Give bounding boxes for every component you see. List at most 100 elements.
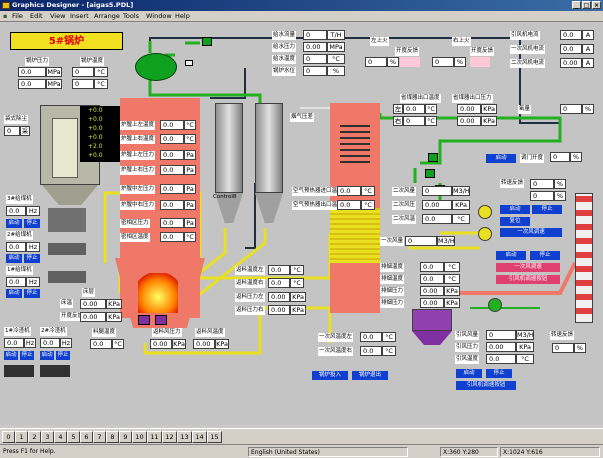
bed-temp-label: 床温 <box>60 299 74 308</box>
air-chamber <box>155 315 167 325</box>
page-button-8[interactable]: 8 <box>106 431 119 443</box>
page-button-9[interactable]: 9 <box>119 431 132 443</box>
economizer-right-side: 右 <box>393 116 403 126</box>
boiler-off-button[interactable]: 锅炉退出 <box>352 371 388 380</box>
sa-fan-current-value: 0.00 <box>560 58 582 68</box>
valve-icon[interactable] <box>185 60 193 66</box>
page-button-3[interactable]: 3 <box>41 431 54 443</box>
feeder2-start-button[interactable]: 启动 <box>6 254 22 263</box>
economizer-pressure-value-2: 0.00 <box>457 116 481 126</box>
page-button-0[interactable]: 0 <box>2 431 15 443</box>
return-temp-left-value: 0.0 <box>268 265 290 275</box>
exhaust-pressure-unit: KPa <box>444 286 460 296</box>
id-fan-start-button[interactable]: 启动 <box>456 369 482 378</box>
coal-bunker <box>48 208 86 232</box>
id-fan-stop-button[interactable]: 停止 <box>486 369 512 378</box>
exhaust-temp-label: 排烟温度 <box>380 263 405 272</box>
flue-diff-label: 烟气压差 <box>290 113 315 122</box>
frequency-feedback-unit-2: % <box>554 191 566 201</box>
damper-open-button[interactable]: 启动 <box>486 154 516 163</box>
fan-interlock-button[interactable]: 引风机调速按钮 <box>496 275 560 284</box>
pa-temp-left-unit: °C <box>382 332 396 342</box>
feeder1-start-button[interactable]: 启动 <box>6 289 22 298</box>
return-air-pressure-unit: KPa <box>172 339 186 349</box>
page-button-1[interactable]: 1 <box>15 431 28 443</box>
induced-speed-value: 0 <box>552 343 574 353</box>
primary-fan-icon[interactable] <box>478 227 492 241</box>
page-button-2[interactable]: 2 <box>28 431 41 443</box>
page-button-7[interactable]: 7 <box>93 431 106 443</box>
steam-drum <box>135 53 177 81</box>
induced-temp-label: 引风温度 <box>455 355 480 364</box>
close-button[interactable]: × <box>592 1 601 9</box>
fan-alarm-button[interactable]: 一次风调速 <box>496 263 560 272</box>
slag1-start-button[interactable]: 启动 <box>4 351 18 360</box>
economizer-temp-unit: °C <box>425 104 437 114</box>
return-pressure-left-value: 0.00 <box>268 292 290 302</box>
sa-fan-start-button[interactable]: 启动 <box>500 205 530 214</box>
induced-fan-icon[interactable] <box>488 298 502 312</box>
primary-fan-speed-button[interactable]: 一次风调速 <box>500 228 562 237</box>
page-button-6[interactable]: 6 <box>80 431 93 443</box>
page-button-14[interactable]: 14 <box>192 431 207 443</box>
feeder1-stop-button[interactable]: 停止 <box>24 289 40 298</box>
feeder2-stop-button[interactable]: 停止 <box>24 254 40 263</box>
slag2-label: 2#冷渣机 <box>40 327 67 336</box>
valve-icon[interactable] <box>202 37 212 46</box>
leg-temp-value: 0.0 <box>90 339 112 349</box>
feeder2-value: 0.0 <box>6 242 26 252</box>
secondary-fan-icon[interactable] <box>478 205 492 219</box>
feeder3-stop-button[interactable]: 停止 <box>24 219 40 228</box>
menu-view[interactable]: View <box>50 12 65 21</box>
menu-file[interactable]: File <box>12 12 23 21</box>
steam-pressure-unit: MPa <box>46 67 62 77</box>
primary-air-flow-value: 0 <box>405 236 437 246</box>
menu-tools[interactable]: Tools <box>123 12 139 21</box>
maximize-button[interactable]: □ <box>582 1 591 9</box>
feeder3-start-button[interactable]: 启动 <box>6 219 22 228</box>
status-language: English (United States) <box>248 447 408 457</box>
bed-label: 床层 <box>82 288 96 297</box>
furnace-mid-right-pressure-unit: Pa <box>184 200 196 210</box>
pa-fan-start-button[interactable]: 启动 <box>496 251 526 260</box>
pa-fan-stop-button[interactable]: 停止 <box>530 251 560 260</box>
furnace-mid-left-pressure-label: 炉膛中左压力 <box>120 185 156 194</box>
menu-help[interactable]: Help <box>175 12 190 21</box>
slag1-stop-button[interactable]: 停止 <box>20 351 34 360</box>
id-fan-speed-button[interactable]: 引风机调速按钮 <box>456 381 516 390</box>
minimize-button[interactable]: _ <box>572 1 581 9</box>
economizer-pressure-value: 0.00 <box>457 104 481 114</box>
menu-insert[interactable]: Insert <box>70 12 89 21</box>
coal-conveyor <box>48 243 86 255</box>
economizer-temp-unit-2: °C <box>425 116 437 126</box>
valve-icon[interactable] <box>428 153 438 162</box>
page-button-13[interactable]: 13 <box>177 431 192 443</box>
slag2-start-button[interactable]: 启动 <box>40 351 54 360</box>
page-button-5[interactable]: 5 <box>67 431 80 443</box>
page-button-12[interactable]: 12 <box>162 431 177 443</box>
valve-right-value: 0 <box>432 57 454 67</box>
exhaust-pressure-value: 0.00 <box>420 286 444 296</box>
feedwater-flow-unit: T/H <box>327 30 345 40</box>
boiler-title: 5#锅炉 <box>10 32 123 50</box>
page-button-4[interactable]: 4 <box>54 431 67 443</box>
sa-fan-reset-button[interactable]: 复位 <box>500 217 530 226</box>
furnace-mid-right-pressure-label: 炉膛中右压力 <box>120 201 156 210</box>
slag2-unit: Hz <box>60 338 72 348</box>
window-title-bar: Graphics Designer - [aigas5.PDL] <box>0 0 603 11</box>
page-button-11[interactable]: 11 <box>147 431 162 443</box>
valve-icon[interactable] <box>425 169 435 178</box>
sa-fan-stop-button[interactable]: 停止 <box>532 205 562 214</box>
air-preheater <box>330 208 380 263</box>
display-line: +0.0 <box>88 134 103 141</box>
menu-window[interactable]: Window <box>146 12 172 21</box>
menu-arrange[interactable]: Arrange <box>94 12 120 21</box>
menu-edit[interactable]: Edit <box>30 12 43 21</box>
menu-bar: ▪ File Edit View Insert Arrange Tools Wi… <box>0 11 603 22</box>
boiler-on-button[interactable]: 锅炉投入 <box>312 371 348 380</box>
slag2-stop-button[interactable]: 停止 <box>56 351 70 360</box>
page-button-10[interactable]: 10 <box>132 431 147 443</box>
secondary-air-temp-unit: °C <box>452 214 470 224</box>
drum-level-value: 0 <box>303 66 327 76</box>
page-button-15[interactable]: 15 <box>207 431 222 443</box>
